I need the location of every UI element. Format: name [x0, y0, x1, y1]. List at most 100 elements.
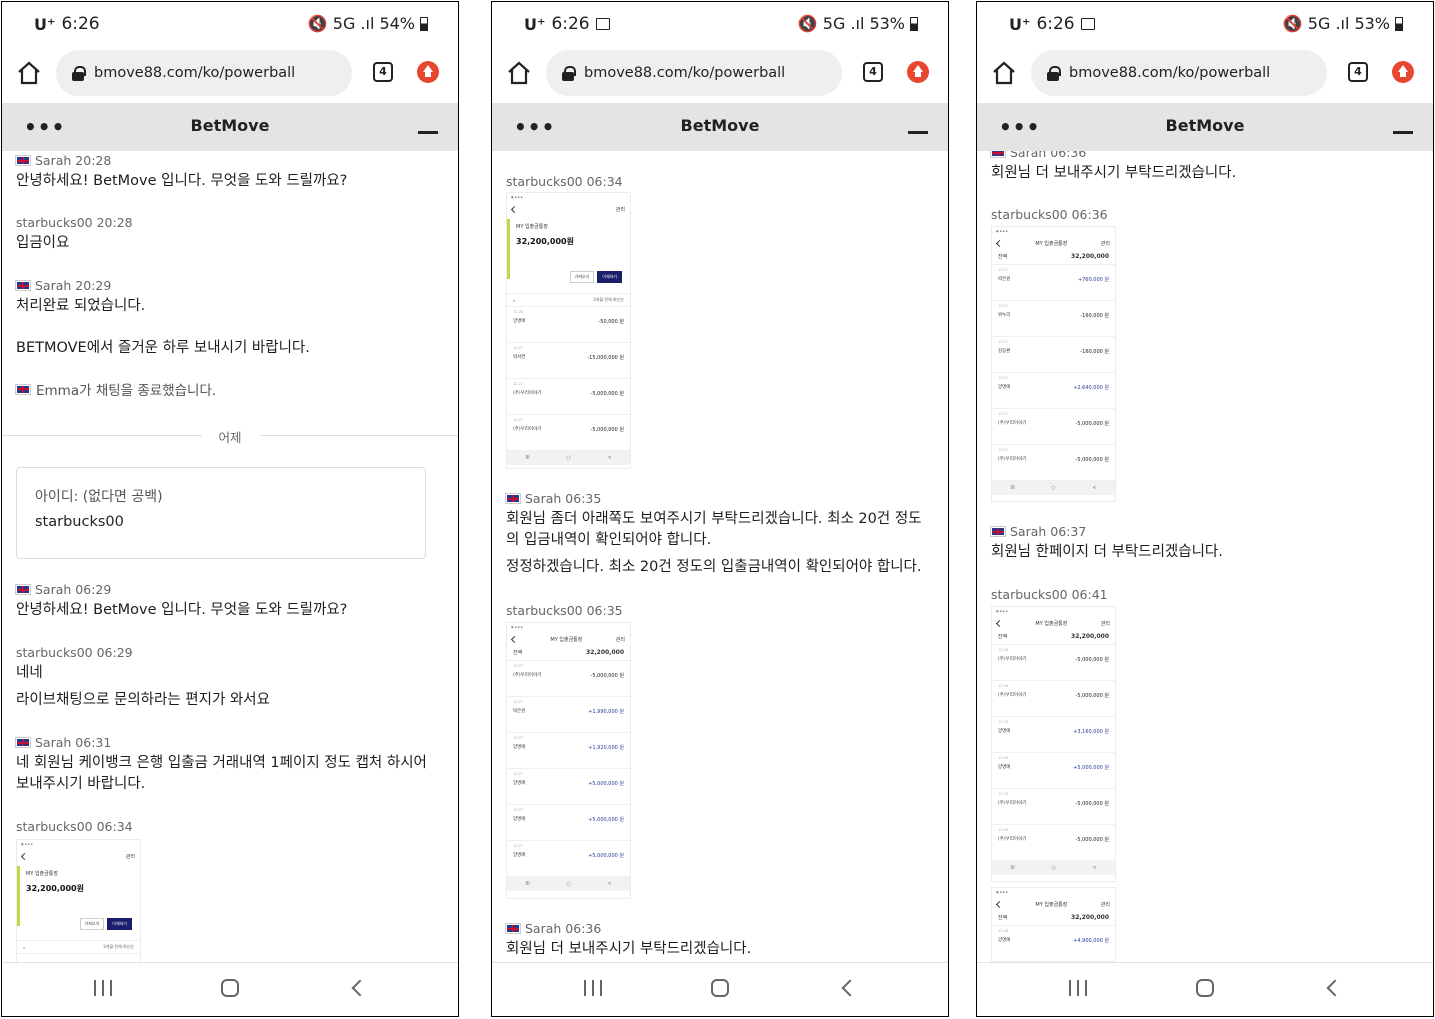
- message-sender: starbucks00 06:34: [16, 819, 133, 834]
- url-bar[interactable]: bmove88.com/ko/powerball: [56, 50, 352, 96]
- shot-navbar: III ○ <: [992, 481, 1115, 495]
- tabs-count-icon[interactable]: 4: [863, 62, 883, 82]
- attached-screenshot[interactable]: ● ▪ ▪ ▪ 관리 MY 입출금통장 32,200,000원 가져오기 이체하기…: [506, 192, 631, 469]
- tx-date: 12.26: [998, 684, 1009, 688]
- shot-status: ● ▪ ▪ ▪: [996, 890, 1008, 894]
- recents-icon[interactable]: [94, 980, 112, 996]
- tx-date: 12.27: [513, 736, 524, 740]
- shot-action: 관리: [1100, 240, 1110, 247]
- import-button: 가져오기: [569, 271, 595, 283]
- url-text: bmove88.com/ko/powerball: [584, 65, 786, 81]
- prechat-form-card: 아이디: (없다면 공백) starbucks00: [16, 467, 426, 559]
- shot-action: 관리: [615, 206, 625, 213]
- upload-extension-icon[interactable]: [1392, 61, 1414, 83]
- shot-status: ● ▪ ▪ ▪: [21, 842, 33, 846]
- tx-name: (주)우리이야기: [513, 427, 542, 432]
- back-icon[interactable]: [1326, 979, 1344, 997]
- shot-balance: 잔액 32,200,000: [992, 910, 1115, 926]
- chat-log[interactable]: Sarah 06:36 회원님 더 보내주시기 부탁드리겠습니다. starbu…: [977, 151, 1433, 963]
- url-bar[interactable]: bmove88.com/ko/powerball: [546, 50, 842, 96]
- chat-message: Sarah 06:36 회원님 더 보내주시기 부탁드리겠습니다.: [990, 151, 1416, 184]
- tx-name: 박은원: [513, 709, 526, 714]
- filter-text: 3개월·전체·최신순: [103, 944, 134, 949]
- transaction-row: 12.27 양명애 +2,640,000 원: [992, 373, 1115, 409]
- tx-name: (주)우리이야기: [513, 391, 542, 396]
- message-text: BETMOVE에서 즐거운 하루 보내시기 바랍니다.: [16, 340, 310, 356]
- battery-icon: [910, 16, 918, 31]
- message-text: 회원님 더 보내주시기 부탁드리겠습니다.: [991, 165, 1237, 181]
- attached-screenshot[interactable]: ● ▪ ▪ ▪ MY 입출금통장 관리 잔액 32,200,000 12.27 (주)…: [506, 622, 631, 899]
- tx-date: 12.27: [513, 772, 524, 776]
- tabs-count-icon[interactable]: 4: [1348, 62, 1368, 82]
- tx-amount: -160,000 원: [1080, 313, 1109, 319]
- back-icon[interactable]: [351, 979, 369, 997]
- carrier-label: U⁺: [1009, 14, 1031, 34]
- minimize-icon[interactable]: [908, 131, 928, 134]
- recents-icon[interactable]: [1069, 980, 1087, 996]
- message-text: 안녕하세요! BetMove 입니다. 무엇을 도와 드릴까요?: [16, 602, 348, 618]
- balance-value: 32,200,000: [1071, 914, 1109, 921]
- gallery-icon: [1080, 18, 1095, 30]
- home-button-icon[interactable]: [711, 979, 729, 997]
- shot-header: 관리: [17, 850, 140, 862]
- uk-flag-icon: [15, 383, 31, 395]
- currency: 원: [76, 884, 84, 893]
- tx-name: 위누리: [998, 313, 1011, 318]
- account-card: MY 입출금통장 32,200,000원: [507, 219, 630, 279]
- tx-amount: +5,000,000 원: [588, 853, 624, 859]
- status-bar: U⁺ 6:26 🔇 5G .ıl 54%: [2, 2, 458, 48]
- tx-name: 양명애: [513, 319, 526, 324]
- home-icon[interactable]: [506, 60, 532, 86]
- tx-date: 12.27: [513, 418, 524, 422]
- tx-amount: -5,000,000 원: [1075, 801, 1109, 807]
- chat-message: starbucks00 06:36: [991, 207, 1416, 222]
- upload-extension-icon[interactable]: [907, 61, 929, 83]
- home-button-icon[interactable]: [1196, 979, 1214, 997]
- chat-message: Sarah 06:35 회원님 좀더 아래쪽도 보여주시기 부탁드리겠습니다. …: [505, 491, 931, 578]
- chat-message: Sarah 06:29 안녕하세요! BetMove 입니다. 무엇을 도와 드…: [15, 582, 441, 621]
- chat-log[interactable]: starbucks00 06:34 ● ▪ ▪ ▪ 관리 MY 입출금통장 32…: [492, 151, 948, 963]
- tx-date: 12.27: [513, 664, 524, 668]
- attached-screenshot[interactable]: ● ▪ ▪ ▪ MY 입출금통장 관리 잔액 32,200,000 12.26 양명애…: [991, 887, 1116, 963]
- shot-action: 관리: [615, 636, 625, 643]
- recents-icon[interactable]: [584, 980, 602, 996]
- tx-amount: +5,000,000 원: [588, 817, 624, 823]
- tx-name: 양명애: [998, 765, 1011, 770]
- minimize-icon[interactable]: [1393, 131, 1413, 134]
- tx-amount: -5,000,000 원: [1075, 693, 1109, 699]
- transaction-row: 12.27 (주)우리이야기 -5,000,000 원: [507, 379, 630, 415]
- gallery-icon: [595, 18, 610, 30]
- android-nav-bar: [977, 962, 1433, 1016]
- url-bar[interactable]: bmove88.com/ko/powerball: [1031, 50, 1327, 96]
- transaction-row: 12.27 (주)우리이야기 -5,000,000 원: [992, 409, 1115, 445]
- form-question: 아이디: (없다면 공백): [35, 489, 163, 505]
- attached-screenshot[interactable]: ● ▪ ▪ ▪ MY 입출금통장 관리 잔액 32,200,000 12.27 박은원…: [991, 226, 1116, 502]
- message-text: 라이브채팅으로 문의하라는 편지가 와서요: [16, 692, 270, 708]
- transaction-row: 12.27 (주)우리이야기 -5,000,000 원: [507, 661, 630, 697]
- lock-icon: [1047, 65, 1061, 81]
- status-bar: U⁺ 6:26 🔇 5G .ıl 53%: [492, 2, 948, 48]
- url-text: bmove88.com/ko/powerball: [94, 65, 296, 81]
- transaction-row: 12.27 양명애 +5,000,000 원: [507, 841, 630, 877]
- attached-screenshot[interactable]: ● ▪ ▪ ▪ 관리 MY 입출금통장 32,200,000원 가져오기 이체하기…: [16, 839, 141, 963]
- tx-name: 양명애: [998, 938, 1011, 943]
- home-button-icon[interactable]: [221, 979, 239, 997]
- minimize-icon[interactable]: [418, 131, 438, 134]
- message-sender: Sarah 06:37: [1010, 524, 1087, 539]
- chat-header: ••• BetMove: [977, 103, 1433, 151]
- upload-extension-icon[interactable]: [417, 61, 439, 83]
- home-icon[interactable]: [16, 60, 42, 86]
- home-icon[interactable]: [991, 60, 1017, 86]
- chat-title: BetMove: [1165, 116, 1245, 135]
- chat-log[interactable]: Sarah 20:28 안녕하세요! BetMove 입니다. 무엇을 도와 드…: [2, 151, 458, 963]
- transaction-row: 12.27 박서연 -15,000,000 원: [507, 343, 630, 379]
- attached-screenshot[interactable]: ● ▪ ▪ ▪ MY 입출금통장 관리 잔액 32,200,000 12.26 (주)…: [991, 606, 1116, 882]
- tabs-count-icon[interactable]: 4: [373, 62, 393, 82]
- shot-header: MY 입출금통장 관리: [992, 237, 1115, 249]
- shot-header: MY 입출금통장 관리: [992, 617, 1115, 629]
- shot-action: 관리: [1100, 901, 1110, 908]
- signal-icon: 5G .ıl: [822, 14, 865, 33]
- message-sender: Sarah 06:29: [35, 582, 112, 597]
- balance-value: 32,200,000: [1071, 253, 1109, 260]
- back-icon[interactable]: [841, 979, 859, 997]
